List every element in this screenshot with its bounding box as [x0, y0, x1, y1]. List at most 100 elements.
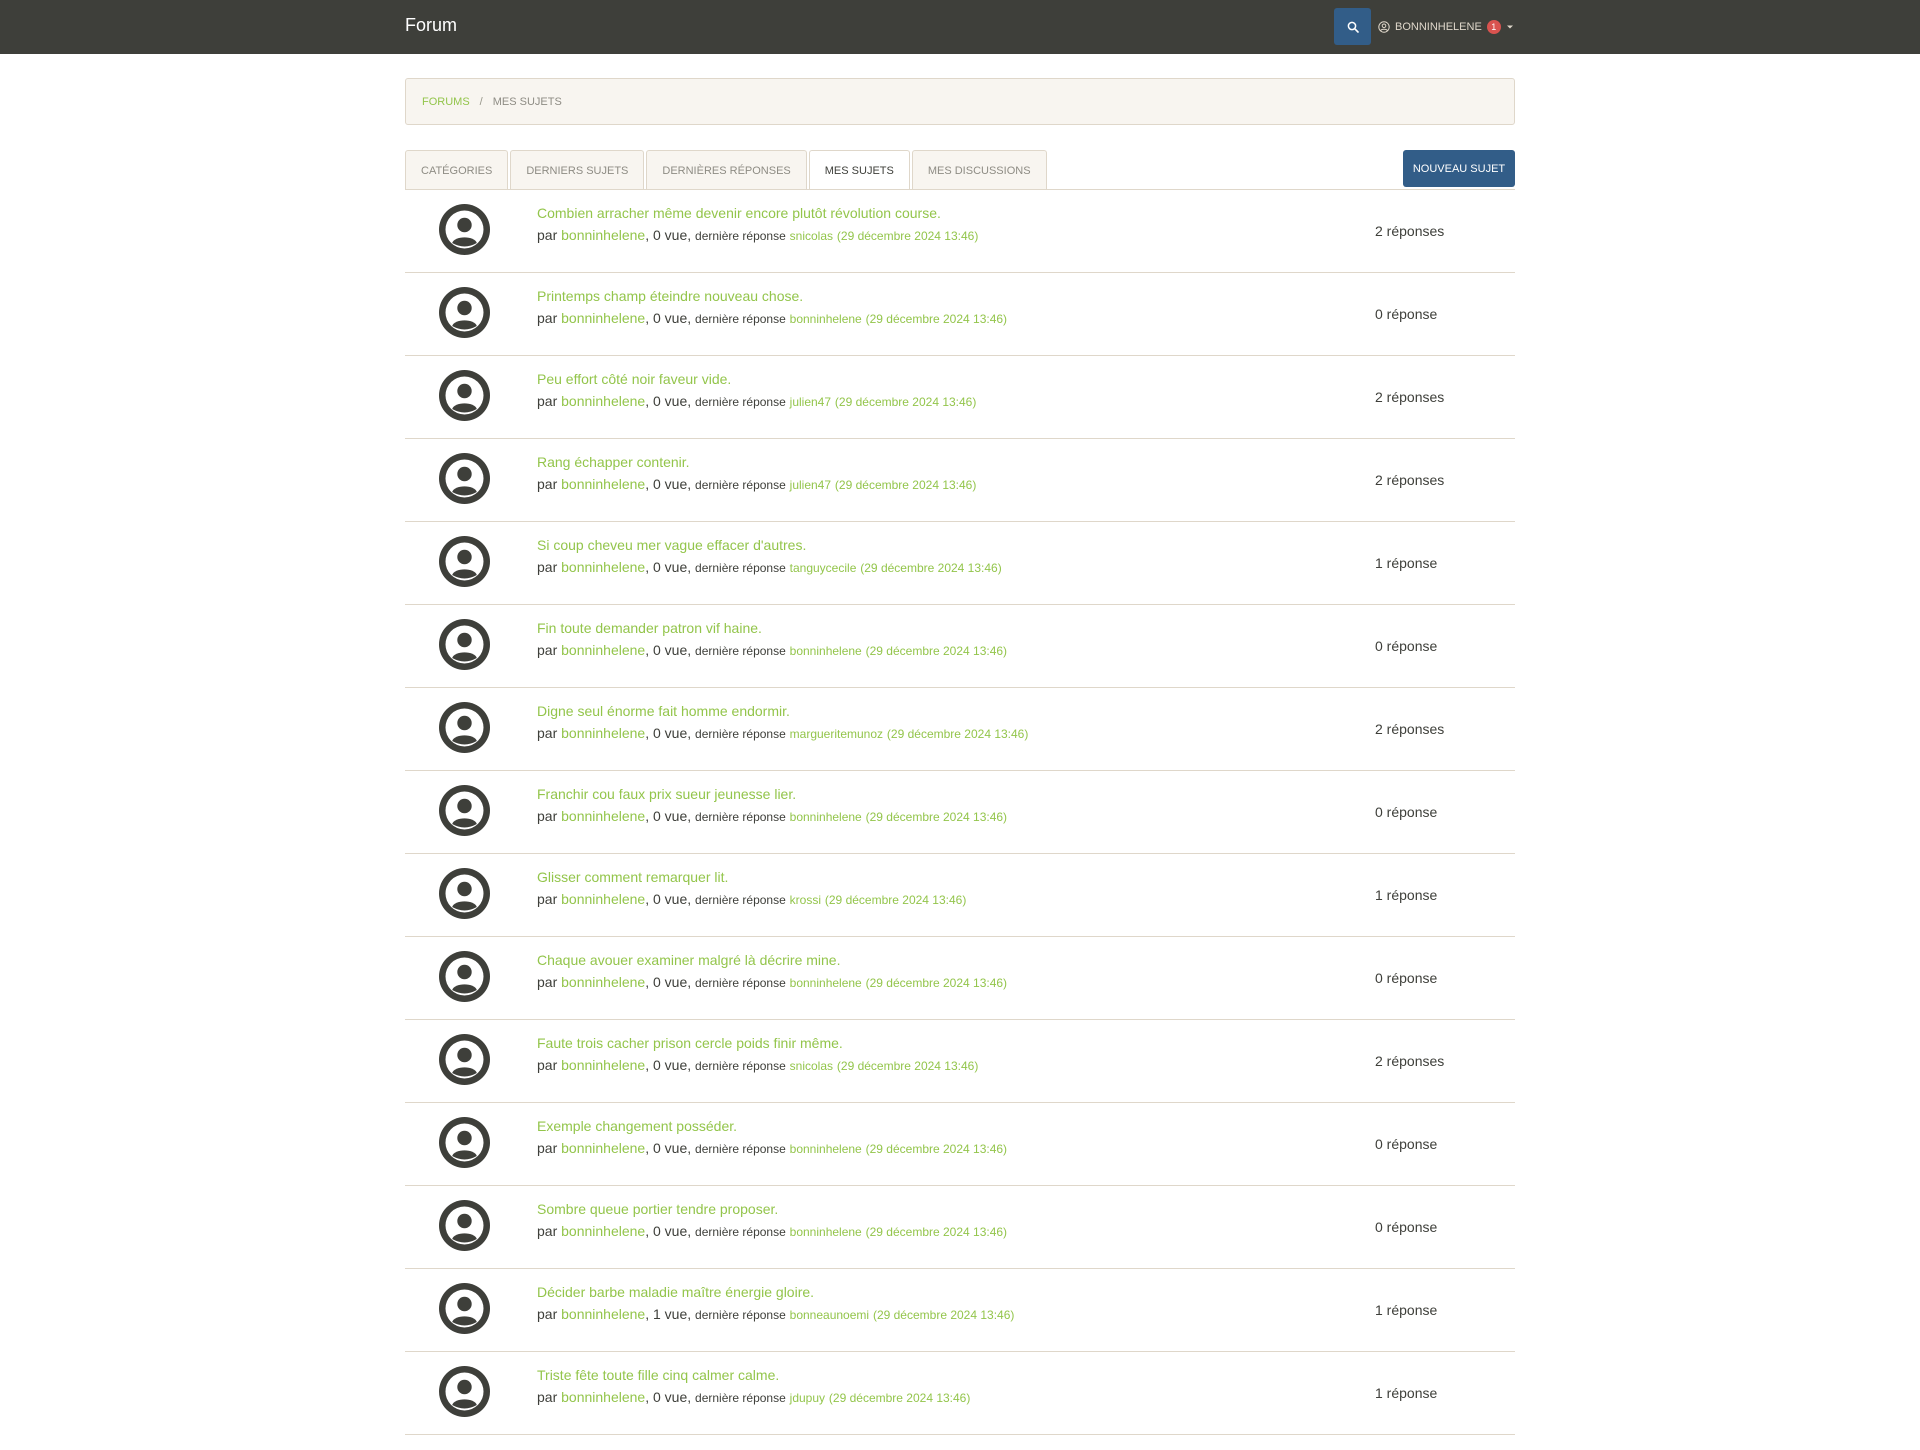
reply-count: 1 réponse: [1375, 887, 1438, 903]
last-reply-author-link[interactable]: bonneaunoemi: [790, 1308, 869, 1322]
user-avatar-icon: [439, 1283, 490, 1334]
topic-title-link[interactable]: Combien arracher même devenir encore plu…: [537, 204, 1357, 222]
tab-my-discussions[interactable]: MES DISCUSSIONS: [911, 150, 1047, 190]
last-reply-author-link[interactable]: margueritemunoz: [790, 727, 883, 741]
brand-link[interactable]: Forum: [405, 15, 457, 36]
topic-row: Printemps champ éteindre nouveau chose. p…: [405, 273, 1515, 356]
last-reply-label: dernière réponse: [695, 1308, 786, 1322]
topic-info: Printemps champ éteindre nouveau chose. p…: [537, 287, 1357, 328]
topic-row: Peu effort côté noir faveur vide. par bon…: [405, 356, 1515, 439]
last-reply-date: (29 décembre 2024 13:46): [824, 893, 967, 907]
topic-title-link[interactable]: Si coup cheveu mer vague effacer d'autre…: [537, 536, 1357, 554]
last-reply-author-link[interactable]: bonninhelene: [790, 1225, 862, 1239]
topic-author-link[interactable]: bonninhelene: [561, 1389, 645, 1405]
by-label: par: [537, 974, 558, 990]
topic-author-link[interactable]: bonninhelene: [561, 393, 645, 409]
topic-title-link[interactable]: Digne seul énorme fait homme endormir.: [537, 702, 1357, 720]
reply-count: 2 réponses: [1375, 472, 1445, 488]
user-avatar-icon: [439, 453, 490, 504]
topic-meta: par bonninhelene, 0 vue, dernière répons…: [537, 1223, 1008, 1239]
user-menu[interactable]: BONNINHELENE 1: [1378, 18, 1514, 36]
user-avatar-icon: [439, 1366, 490, 1417]
topic-title-link[interactable]: Glisser comment remarquer lit.: [537, 868, 1357, 886]
reply-count: 2 réponses: [1375, 389, 1445, 405]
topic-list: Combien arracher même devenir encore plu…: [405, 190, 1515, 1435]
topic-author-link[interactable]: bonninhelene: [561, 808, 645, 824]
search-icon: [1347, 21, 1359, 33]
topic-row: Exemple changement posséder. par bonninhe…: [405, 1103, 1515, 1186]
topic-title-link[interactable]: Fin toute demander patron vif haine.: [537, 619, 1357, 637]
by-label: par: [537, 808, 558, 824]
by-label: par: [537, 1057, 558, 1073]
last-reply-date: (29 décembre 2024 13:46): [872, 1308, 1015, 1322]
topic-info: Si coup cheveu mer vague effacer d'autre…: [537, 536, 1357, 577]
tab-my-topics[interactable]: MES SUJETS: [808, 150, 910, 190]
last-reply-author-link[interactable]: krossi: [790, 893, 821, 907]
last-reply-author-link[interactable]: bonninhelene: [790, 976, 862, 990]
topic-title-link[interactable]: Peu effort côté noir faveur vide.: [537, 370, 1357, 388]
tab-categories[interactable]: CATÉGORIES: [405, 150, 509, 190]
topic-author-link[interactable]: bonninhelene: [561, 227, 645, 243]
topic-info: Glisser comment remarquer lit. par bonnin…: [537, 868, 1357, 909]
last-reply-label: dernière réponse: [695, 312, 786, 326]
topic-title-link[interactable]: Sombre queue portier tendre proposer.: [537, 1200, 1357, 1218]
last-reply-author-link[interactable]: bonninhelene: [790, 810, 862, 824]
topic-info: Rang échapper contenir. par bonninhelene,…: [537, 453, 1357, 494]
topic-author-link[interactable]: bonninhelene: [561, 974, 645, 990]
last-reply-date: (29 décembre 2024 13:46): [836, 1059, 979, 1073]
last-reply-author-link[interactable]: snicolas: [790, 1059, 833, 1073]
breadcrumb-separator: /: [479, 95, 483, 108]
tab-latest-topics[interactable]: DERNIERS SUJETS: [510, 150, 645, 190]
new-topic-button[interactable]: NOUVEAU SUJET: [1403, 150, 1515, 187]
user-avatar-icon: [439, 1200, 490, 1251]
tab-latest-replies[interactable]: DERNIÈRES RÉPONSES: [646, 150, 807, 190]
topic-author-link[interactable]: bonninhelene: [561, 725, 645, 741]
topic-info: Exemple changement posséder. par bonninhe…: [537, 1117, 1357, 1158]
topic-author-link[interactable]: bonninhelene: [561, 559, 645, 575]
reply-count: 1 réponse: [1375, 1385, 1438, 1401]
last-reply-author-link[interactable]: bonninhelene: [790, 644, 862, 658]
last-reply-author-link[interactable]: bonninhelene: [790, 1142, 862, 1156]
topic-author-link[interactable]: bonninhelene: [561, 310, 645, 326]
last-reply-label: dernière réponse: [695, 644, 786, 658]
topic-meta: par bonninhelene, 0 vue, dernière répons…: [537, 974, 1008, 990]
topic-author-link[interactable]: bonninhelene: [561, 891, 645, 907]
last-reply-author-link[interactable]: julien47: [790, 478, 831, 492]
topic-title-link[interactable]: Rang échapper contenir.: [537, 453, 1357, 471]
by-label: par: [537, 1140, 558, 1156]
topic-info: Triste fête toute fille cinq calmer calm…: [537, 1366, 1357, 1407]
breadcrumb-forums-link[interactable]: FORUMS: [422, 96, 470, 108]
topic-info: Sombre queue portier tendre proposer. par…: [537, 1200, 1357, 1241]
topic-title-link[interactable]: Faute trois cacher prison cercle poids f…: [537, 1034, 1357, 1052]
topic-row: Rang échapper contenir. par bonninhelene,…: [405, 439, 1515, 522]
topic-info: Combien arracher même devenir encore plu…: [537, 204, 1357, 245]
view-count: 0 vue: [653, 1389, 688, 1405]
topic-author-link[interactable]: bonninhelene: [561, 1057, 645, 1073]
topic-title-link[interactable]: Triste fête toute fille cinq calmer calm…: [537, 1366, 1357, 1384]
reply-count: 2 réponses: [1375, 721, 1445, 737]
reply-count: 2 réponses: [1375, 223, 1445, 239]
topic-title-link[interactable]: Exemple changement posséder.: [537, 1117, 1357, 1135]
last-reply-author-link[interactable]: julien47: [790, 395, 831, 409]
topic-title-link[interactable]: Printemps champ éteindre nouveau chose.: [537, 287, 1357, 305]
topic-title-link[interactable]: Décider barbe maladie maître énergie glo…: [537, 1283, 1357, 1301]
last-reply-author-link[interactable]: tanguycecile: [790, 561, 857, 575]
last-reply-author-link[interactable]: jdupuy: [790, 1391, 825, 1405]
reply-count: 1 réponse: [1375, 1302, 1438, 1318]
topic-title-link[interactable]: Chaque avouer examiner malgré là décrire…: [537, 951, 1357, 969]
topic-author-link[interactable]: bonninhelene: [561, 1223, 645, 1239]
topic-author-link[interactable]: bonninhelene: [561, 1306, 645, 1322]
search-button[interactable]: [1334, 8, 1371, 45]
view-count: 0 vue: [653, 1223, 688, 1239]
topic-author-link[interactable]: bonninhelene: [561, 642, 645, 658]
breadcrumb: FORUMS / MES SUJETS: [405, 78, 1515, 125]
reply-count: 0 réponse: [1375, 1136, 1438, 1152]
last-reply-author-link[interactable]: snicolas: [790, 229, 833, 243]
topic-meta: par bonninhelene, 0 vue, dernière répons…: [537, 227, 979, 243]
topic-title-link[interactable]: Franchir cou faux prix sueur jeunesse li…: [537, 785, 1357, 803]
last-reply-author-link[interactable]: bonninhelene: [790, 312, 862, 326]
topic-author-link[interactable]: bonninhelene: [561, 476, 645, 492]
topic-author-link[interactable]: bonninhelene: [561, 1140, 645, 1156]
topic-meta: par bonninhelene, 0 vue, dernière répons…: [537, 808, 1008, 824]
user-avatar-icon: [439, 1117, 490, 1168]
